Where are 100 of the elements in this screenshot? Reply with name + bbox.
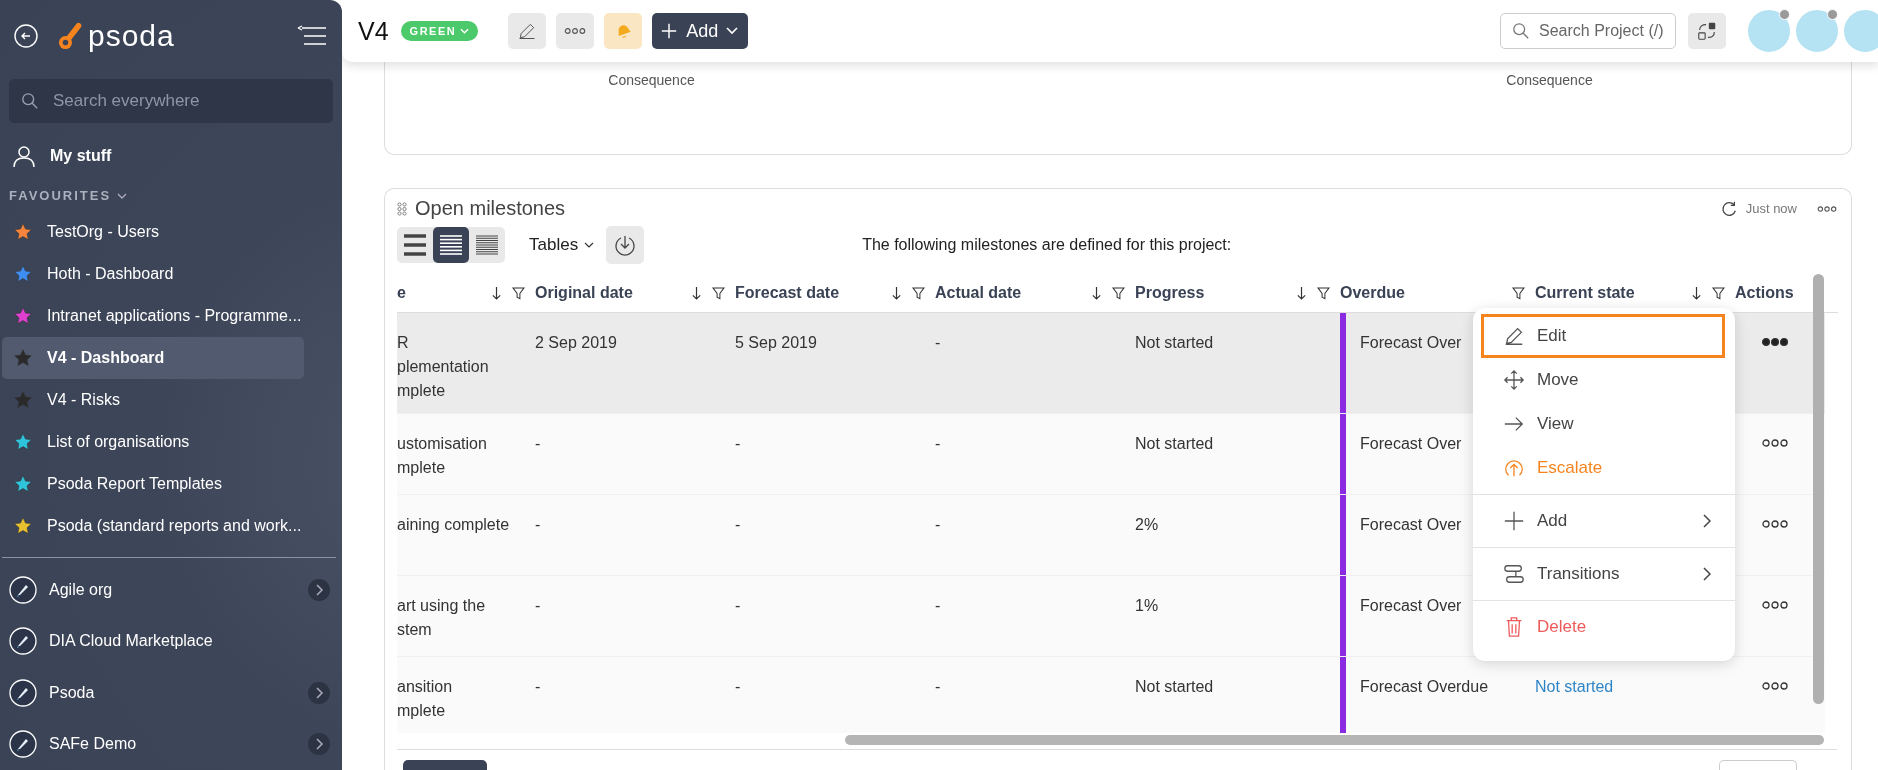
favourite-item[interactable]: V4 - Dashboard <box>2 336 304 379</box>
date-cell: - <box>535 516 541 533</box>
pencil-icon <box>517 21 538 41</box>
sort-icon[interactable] <box>691 285 702 301</box>
drag-handle-icon[interactable] <box>397 201 407 216</box>
horizontal-scrollbar[interactable] <box>845 735 1824 745</box>
filter-icon[interactable] <box>1712 286 1725 300</box>
column-header[interactable]: Progress <box>1135 284 1286 302</box>
back-icon[interactable] <box>14 23 38 48</box>
favourite-item[interactable]: Psoda (standard reports and work... <box>2 505 342 548</box>
status-dot <box>1827 9 1838 20</box>
plus-icon <box>1503 510 1525 532</box>
table-description: The following milestones are defined for this project: <box>862 236 1232 255</box>
actions-icon[interactable] <box>1761 337 1789 347</box>
sort-icon[interactable] <box>891 285 902 301</box>
menu-icon[interactable] <box>296 24 328 47</box>
date-cell: - <box>535 678 541 695</box>
column-header[interactable]: Original date <box>535 284 681 302</box>
overdue-cell: Forecast Over <box>1360 435 1462 452</box>
date-cell: - <box>535 435 541 452</box>
sort-icon[interactable] <box>491 285 502 301</box>
column-header[interactable]: Forecast date <box>735 284 881 302</box>
rows-icon <box>475 234 499 257</box>
search-field[interactable]: Search everywhere <box>9 79 333 124</box>
favourite-item[interactable]: Intranet applications - Programme... <box>2 294 342 337</box>
expand-icon[interactable] <box>308 733 330 756</box>
chevron-icon <box>117 192 128 199</box>
rocket-icon <box>9 627 37 656</box>
vertical-scrollbar[interactable] <box>1813 274 1824 704</box>
refresh-time: Just now <box>1745 201 1797 217</box>
filter-icon[interactable] <box>1112 286 1125 300</box>
organisation-item[interactable]: SAFe Demo <box>0 718 342 770</box>
my-stuff-link[interactable]: My stuff <box>0 131 342 181</box>
date-cell: - <box>535 597 541 614</box>
column-header[interactable]: Actions <box>1735 284 1815 302</box>
favourite-item[interactable]: Psoda Report Templates <box>2 463 342 506</box>
milestone-name-cell: ustomisation mplete <box>397 435 487 476</box>
date-cell: - <box>735 435 741 452</box>
overdue-cell: Forecast Overdue <box>1360 678 1489 695</box>
filter-icon[interactable] <box>1512 286 1525 300</box>
column-header[interactable]: Overdue <box>1340 284 1502 302</box>
swap-icon <box>1696 20 1718 42</box>
milestone-name-cell: aining complete <box>397 516 510 533</box>
download-icon <box>613 233 638 258</box>
search-field[interactable]: Search Project (/) <box>1500 13 1676 49</box>
user-icon <box>12 144 36 168</box>
organisation-item[interactable]: Agile org <box>0 564 342 616</box>
menu-item[interactable]: Add <box>1473 499 1735 543</box>
view-dropdown[interactable]: Tables <box>529 235 595 256</box>
state-link[interactable]: Not started <box>1535 678 1614 695</box>
column-header[interactable]: Current state <box>1535 284 1681 302</box>
axis-label: Consequence <box>608 72 695 88</box>
rocket-icon <box>9 678 37 707</box>
filter-icon[interactable] <box>1317 286 1330 300</box>
sort-icon[interactable] <box>1296 285 1307 301</box>
expand-icon[interactable] <box>308 681 330 704</box>
actions-icon[interactable] <box>1761 438 1789 448</box>
plus-icon <box>660 22 679 40</box>
organisation-item[interactable]: DIA Cloud Marketplace <box>0 615 342 668</box>
filter-icon[interactable] <box>912 286 925 300</box>
rows-icon <box>403 234 427 257</box>
more-icon[interactable] <box>1817 204 1837 213</box>
column-header[interactable]: e <box>397 284 481 302</box>
density-button[interactable] <box>433 227 469 264</box>
filter-icon[interactable] <box>712 286 725 300</box>
column-header[interactable]: Actual date <box>935 284 1081 302</box>
axis-label: Consequence <box>1506 72 1593 88</box>
favourite-item[interactable]: Hoth - Dashboard <box>2 252 342 295</box>
milestone-name-cell: ansition mplete <box>397 678 453 719</box>
favourites-heading[interactable]: FAVOURITES <box>0 180 342 211</box>
favourite-item[interactable]: TestOrg - Users <box>2 210 342 253</box>
more-button[interactable] <box>556 13 595 49</box>
organisation-item[interactable]: Psoda <box>0 667 342 719</box>
logo-text: psoda <box>88 18 175 53</box>
add-button[interactable]: Add <box>652 13 749 49</box>
actions-icon[interactable] <box>1761 519 1789 529</box>
sort-icon[interactable] <box>1691 285 1702 301</box>
switch-button[interactable] <box>1688 13 1726 49</box>
download-button[interactable] <box>606 226 645 265</box>
expand-icon[interactable] <box>308 578 330 601</box>
favourite-item[interactable]: V4 - Risks <box>2 378 342 421</box>
menu-item[interactable]: Move <box>1473 358 1735 402</box>
menu-item[interactable]: Edit <box>1481 314 1725 358</box>
edit-button[interactable] <box>508 13 547 49</box>
move-icon <box>1503 369 1525 391</box>
table-row[interactable]: ansition mplete - - - Not started Forecast Overdue Not started <box>397 657 1825 733</box>
favourite-item[interactable]: List of organisations <box>2 420 342 463</box>
progress-cell: 2% <box>1135 516 1159 533</box>
date-cell: - <box>935 334 941 351</box>
escalate-icon <box>1503 457 1525 479</box>
date-cell: 2 Sep 2019 <box>535 334 617 351</box>
filter-icon[interactable] <box>512 286 525 300</box>
actions-icon[interactable] <box>1761 681 1789 691</box>
chevron-icon <box>460 28 470 34</box>
date-cell: 5 Sep 2019 <box>735 334 817 351</box>
rocket-icon <box>9 730 37 759</box>
actions-icon[interactable] <box>1761 600 1789 610</box>
date-cell: - <box>935 435 941 452</box>
sort-icon[interactable] <box>1091 285 1102 301</box>
refresh-icon[interactable] <box>1719 199 1738 218</box>
